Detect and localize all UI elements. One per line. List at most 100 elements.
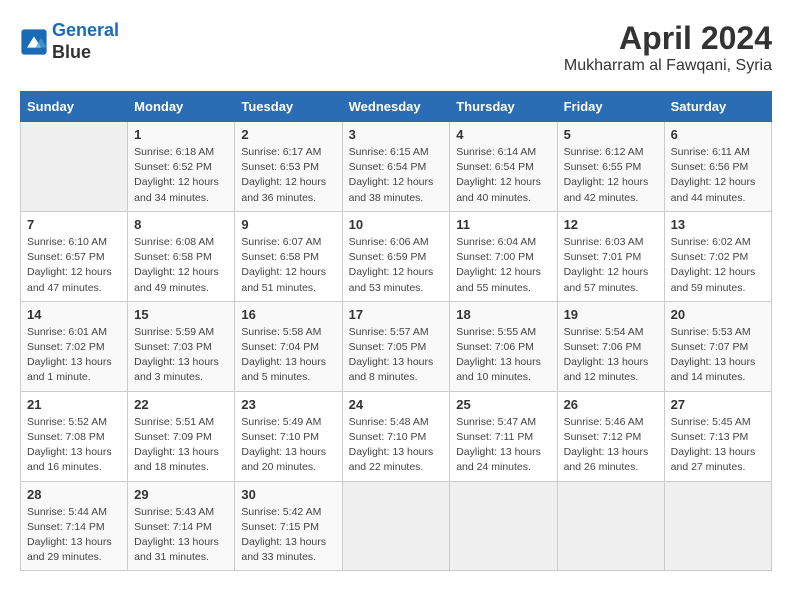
day-number: 27 [671, 397, 765, 412]
day-info: Sunrise: 6:04 AM Sunset: 7:00 PM Dayligh… [456, 235, 550, 296]
calendar-cell: 2 Sunrise: 6:17 AM Sunset: 6:53 PM Daylig… [235, 122, 342, 212]
day-info: Sunrise: 6:03 AM Sunset: 7:01 PM Dayligh… [564, 235, 658, 296]
day-info: Sunrise: 6:17 AM Sunset: 6:53 PM Dayligh… [241, 145, 335, 206]
day-number: 7 [27, 217, 121, 232]
column-header-thursday: Thursday [450, 92, 557, 122]
logo: General Blue [20, 20, 119, 63]
day-info: Sunrise: 5:54 AM Sunset: 7:06 PM Dayligh… [564, 325, 658, 386]
day-info: Sunrise: 6:15 AM Sunset: 6:54 PM Dayligh… [349, 145, 444, 206]
calendar-cell: 26 Sunrise: 5:46 AM Sunset: 7:12 PM Dayli… [557, 391, 664, 481]
calendar-cell: 7 Sunrise: 6:10 AM Sunset: 6:57 PM Daylig… [21, 211, 128, 301]
day-info: Sunrise: 6:10 AM Sunset: 6:57 PM Dayligh… [27, 235, 121, 296]
day-info: Sunrise: 5:43 AM Sunset: 7:14 PM Dayligh… [134, 505, 228, 566]
day-number: 19 [564, 307, 658, 322]
week-row-5: 28 Sunrise: 5:44 AM Sunset: 7:14 PM Dayli… [21, 481, 772, 571]
day-info: Sunrise: 5:46 AM Sunset: 7:12 PM Dayligh… [564, 415, 658, 476]
calendar-cell: 3 Sunrise: 6:15 AM Sunset: 6:54 PM Daylig… [342, 122, 450, 212]
day-info: Sunrise: 5:53 AM Sunset: 7:07 PM Dayligh… [671, 325, 765, 386]
week-row-1: 1 Sunrise: 6:18 AM Sunset: 6:52 PM Daylig… [21, 122, 772, 212]
calendar-cell: 4 Sunrise: 6:14 AM Sunset: 6:54 PM Daylig… [450, 122, 557, 212]
day-number: 5 [564, 127, 658, 142]
column-header-wednesday: Wednesday [342, 92, 450, 122]
day-info: Sunrise: 5:44 AM Sunset: 7:14 PM Dayligh… [27, 505, 121, 566]
calendar-cell: 25 Sunrise: 5:47 AM Sunset: 7:11 PM Dayli… [450, 391, 557, 481]
calendar-cell: 1 Sunrise: 6:18 AM Sunset: 6:52 PM Daylig… [128, 122, 235, 212]
header-row: SundayMondayTuesdayWednesdayThursdayFrid… [21, 92, 772, 122]
column-header-monday: Monday [128, 92, 235, 122]
day-number: 10 [349, 217, 444, 232]
day-number: 2 [241, 127, 335, 142]
day-number: 4 [456, 127, 550, 142]
calendar-cell: 28 Sunrise: 5:44 AM Sunset: 7:14 PM Dayli… [21, 481, 128, 571]
day-info: Sunrise: 6:18 AM Sunset: 6:52 PM Dayligh… [134, 145, 228, 206]
day-info: Sunrise: 5:42 AM Sunset: 7:15 PM Dayligh… [241, 505, 335, 566]
day-number: 21 [27, 397, 121, 412]
calendar-cell: 19 Sunrise: 5:54 AM Sunset: 7:06 PM Dayli… [557, 301, 664, 391]
calendar-cell: 10 Sunrise: 6:06 AM Sunset: 6:59 PM Dayli… [342, 211, 450, 301]
column-header-friday: Friday [557, 92, 664, 122]
day-info: Sunrise: 6:06 AM Sunset: 6:59 PM Dayligh… [349, 235, 444, 296]
calendar-cell: 17 Sunrise: 5:57 AM Sunset: 7:05 PM Dayli… [342, 301, 450, 391]
column-header-sunday: Sunday [21, 92, 128, 122]
day-number: 17 [349, 307, 444, 322]
day-info: Sunrise: 6:01 AM Sunset: 7:02 PM Dayligh… [27, 325, 121, 386]
day-info: Sunrise: 6:14 AM Sunset: 6:54 PM Dayligh… [456, 145, 550, 206]
day-info: Sunrise: 5:59 AM Sunset: 7:03 PM Dayligh… [134, 325, 228, 386]
location-title: Mukharram al Fawqani, Syria [564, 57, 772, 75]
title-area: April 2024 Mukharram al Fawqani, Syria [564, 20, 772, 75]
day-number: 9 [241, 217, 335, 232]
day-info: Sunrise: 5:48 AM Sunset: 7:10 PM Dayligh… [349, 415, 444, 476]
week-row-4: 21 Sunrise: 5:52 AM Sunset: 7:08 PM Dayli… [21, 391, 772, 481]
calendar-cell: 16Sunrise: 5:58 AM Sunset: 7:04 PM Dayli… [235, 301, 342, 391]
calendar-cell: 13Sunrise: 6:02 AM Sunset: 7:02 PM Dayli… [664, 211, 771, 301]
calendar-cell: 20 Sunrise: 5:53 AM Sunset: 7:07 PM Dayli… [664, 301, 771, 391]
logo-line1: General [52, 20, 119, 42]
header: General Blue April 2024 Mukharram al Faw… [20, 20, 772, 75]
day-number: 18 [456, 307, 550, 322]
calendar-cell: 12Sunrise: 6:03 AM Sunset: 7:01 PM Dayli… [557, 211, 664, 301]
calendar-cell: 14Sunrise: 6:01 AM Sunset: 7:02 PM Dayli… [21, 301, 128, 391]
calendar-cell: 22Sunrise: 5:51 AM Sunset: 7:09 PM Dayli… [128, 391, 235, 481]
day-number: 30 [241, 487, 335, 502]
day-number: 3 [349, 127, 444, 142]
calendar-cell: 6Sunrise: 6:11 AM Sunset: 6:56 PM Daylig… [664, 122, 771, 212]
calendar-cell: 27 Sunrise: 5:45 AM Sunset: 7:13 PM Dayli… [664, 391, 771, 481]
logo-icon [20, 28, 48, 56]
calendar-cell: 15Sunrise: 5:59 AM Sunset: 7:03 PM Dayli… [128, 301, 235, 391]
day-info: Sunrise: 5:49 AM Sunset: 7:10 PM Dayligh… [241, 415, 335, 476]
calendar-cell: 11 Sunrise: 6:04 AM Sunset: 7:00 PM Dayli… [450, 211, 557, 301]
day-info: Sunrise: 5:45 AM Sunset: 7:13 PM Dayligh… [671, 415, 765, 476]
day-number: 16 [241, 307, 335, 322]
calendar-cell: 8Sunrise: 6:08 AM Sunset: 6:58 PM Daylig… [128, 211, 235, 301]
logo-text: General Blue [52, 20, 119, 63]
day-number: 29 [134, 487, 228, 502]
day-info: Sunrise: 6:07 AM Sunset: 6:58 PM Dayligh… [241, 235, 335, 296]
week-row-2: 7 Sunrise: 6:10 AM Sunset: 6:57 PM Daylig… [21, 211, 772, 301]
calendar-table: SundayMondayTuesdayWednesdayThursdayFrid… [20, 91, 772, 571]
day-info: Sunrise: 5:47 AM Sunset: 7:11 PM Dayligh… [456, 415, 550, 476]
day-number: 11 [456, 217, 550, 232]
day-info: Sunrise: 5:52 AM Sunset: 7:08 PM Dayligh… [27, 415, 121, 476]
calendar-cell: 18 Sunrise: 5:55 AM Sunset: 7:06 PM Dayli… [450, 301, 557, 391]
calendar-cell: 23 Sunrise: 5:49 AM Sunset: 7:10 PM Dayli… [235, 391, 342, 481]
calendar-cell: 9 Sunrise: 6:07 AM Sunset: 6:58 PM Daylig… [235, 211, 342, 301]
column-header-saturday: Saturday [664, 92, 771, 122]
day-number: 6 [671, 127, 765, 142]
calendar-cell: 24Sunrise: 5:48 AM Sunset: 7:10 PM Dayli… [342, 391, 450, 481]
day-number: 20 [671, 307, 765, 322]
column-header-tuesday: Tuesday [235, 92, 342, 122]
day-number: 28 [27, 487, 121, 502]
month-title: April 2024 [564, 20, 772, 57]
calendar-cell [21, 122, 128, 212]
day-number: 26 [564, 397, 658, 412]
week-row-3: 14Sunrise: 6:01 AM Sunset: 7:02 PM Dayli… [21, 301, 772, 391]
calendar-cell: 21 Sunrise: 5:52 AM Sunset: 7:08 PM Dayli… [21, 391, 128, 481]
day-info: Sunrise: 5:57 AM Sunset: 7:05 PM Dayligh… [349, 325, 444, 386]
day-number: 1 [134, 127, 228, 142]
day-number: 22 [134, 397, 228, 412]
day-info: Sunrise: 5:55 AM Sunset: 7:06 PM Dayligh… [456, 325, 550, 386]
day-number: 23 [241, 397, 335, 412]
day-number: 25 [456, 397, 550, 412]
calendar-cell: 29 Sunrise: 5:43 AM Sunset: 7:14 PM Dayli… [128, 481, 235, 571]
calendar-cell [342, 481, 450, 571]
